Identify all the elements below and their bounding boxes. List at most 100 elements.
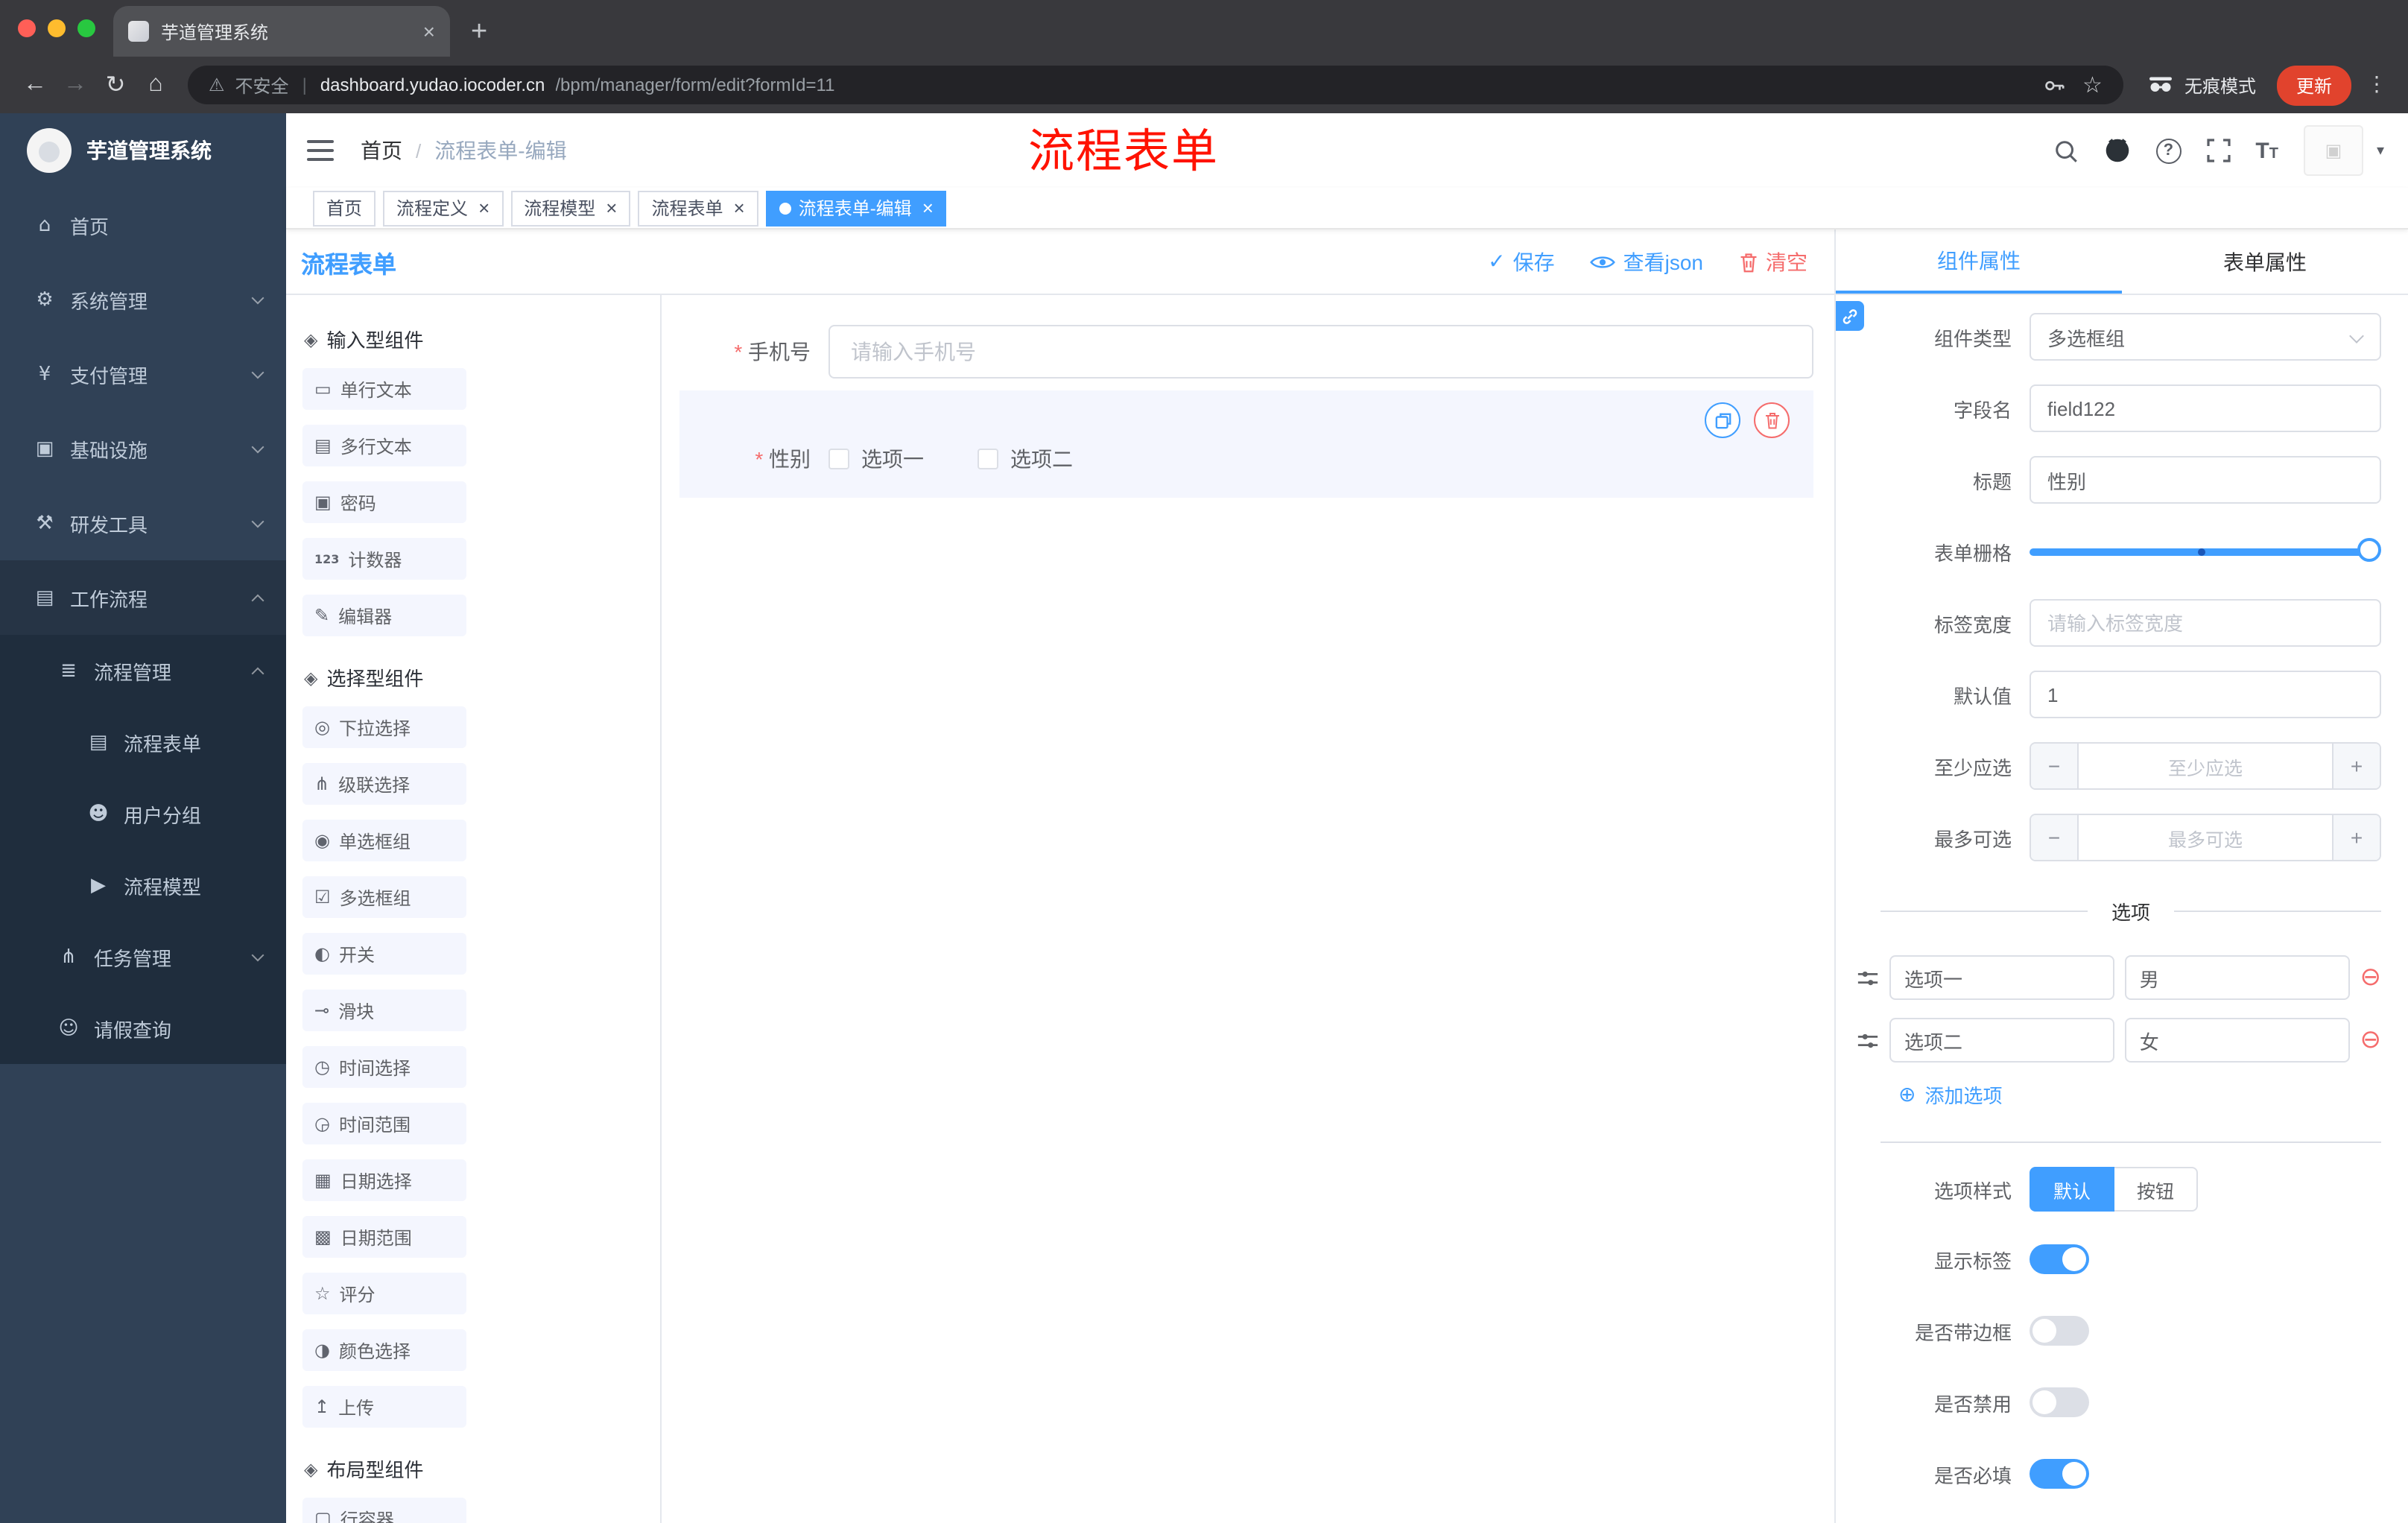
toggle-是否禁用[interactable]	[2030, 1387, 2089, 1417]
phone-input[interactable]	[828, 325, 1813, 379]
component-计数器[interactable]: 123 计数器	[302, 538, 466, 580]
sidebar-item-流程管理[interactable]: ≣ 流程管理	[0, 635, 286, 706]
browser-tab[interactable]: 芋道管理系统 ×	[113, 6, 450, 57]
style-option-默认[interactable]: 默认	[2030, 1167, 2115, 1212]
fullscreen-icon[interactable]	[2206, 139, 2230, 162]
component-时间范围[interactable]: ◶ 时间范围	[302, 1103, 466, 1144]
tag-close-icon[interactable]: ×	[922, 198, 934, 218]
decrement-button[interactable]: −	[2031, 815, 2079, 860]
hamburger-icon[interactable]	[307, 140, 334, 161]
chevron-down-icon[interactable]: ▾	[2377, 142, 2384, 159]
back-icon[interactable]: ←	[15, 72, 55, 98]
sidebar-item-基础设施[interactable]: ▣ 基础设施	[0, 411, 286, 486]
component-评分[interactable]: ☆ 评分	[302, 1273, 466, 1314]
toggle-是否带边框[interactable]	[2030, 1316, 2089, 1346]
save-button[interactable]: ✓ 保存	[1488, 247, 1554, 276]
toggle-是否必填[interactable]	[2030, 1459, 2089, 1489]
checkbox-选项二[interactable]: 选项二	[978, 444, 1073, 474]
tag-流程模型[interactable]: 流程模型 ×	[510, 190, 631, 226]
view-json-button[interactable]: 查看json	[1590, 247, 1703, 276]
link-tag[interactable]	[1836, 301, 1864, 331]
remove-option-icon[interactable]: ⊖	[2360, 1027, 2382, 1053]
phone-field[interactable]: 手机号	[679, 325, 1813, 379]
sidebar-item-请假查询[interactable]: ☺ 请假查询	[0, 992, 286, 1064]
grid-slider[interactable]	[2030, 528, 2381, 575]
update-button[interactable]: 更新	[2276, 65, 2351, 105]
window-zoom-button[interactable]	[77, 19, 95, 37]
question-icon[interactable]: ?	[2155, 138, 2182, 163]
remove-option-icon[interactable]: ⊖	[2360, 964, 2382, 990]
tag-首页[interactable]: 首页	[313, 190, 376, 226]
style-option-按钮[interactable]: 按钮	[2114, 1167, 2199, 1212]
window-close-button[interactable]	[18, 19, 36, 37]
tag-流程定义[interactable]: 流程定义 ×	[383, 190, 504, 226]
increment-button[interactable]: +	[2332, 744, 2380, 788]
tag-close-icon[interactable]: ×	[606, 198, 617, 218]
component-多选框组[interactable]: ☑ 多选框组	[302, 876, 466, 918]
tag-流程表单-编辑[interactable]: 流程表单-编辑 ×	[765, 190, 947, 226]
component-单选框组[interactable]: ◉ 单选框组	[302, 820, 466, 861]
option-value-input[interactable]	[2124, 1018, 2350, 1063]
github-icon[interactable]	[2103, 137, 2130, 164]
component-单行文本[interactable]: ▭ 单行文本	[302, 368, 466, 410]
component-行容器[interactable]: ▢ 行容器	[302, 1498, 466, 1523]
title-input[interactable]	[2030, 456, 2381, 504]
sidebar-item-任务管理[interactable]: ⋔ 任务管理	[0, 921, 286, 992]
avatar[interactable]: ▣	[2303, 125, 2363, 176]
component-日期选择[interactable]: ▦ 日期选择	[302, 1159, 466, 1201]
option-value-input[interactable]	[2124, 955, 2350, 1000]
sidebar-item-流程表单[interactable]: ▤ 流程表单	[0, 706, 286, 778]
search-icon[interactable]	[2053, 138, 2078, 163]
tab-form-props[interactable]: 表单属性	[2122, 229, 2408, 294]
delete-item-button[interactable]	[1754, 402, 1790, 438]
component-时间选择[interactable]: ◷ 时间选择	[302, 1046, 466, 1088]
forward-icon[interactable]: →	[55, 72, 95, 98]
component-日期范围[interactable]: ▩ 日期范围	[302, 1216, 466, 1258]
sidebar-item-用户分组[interactable]: ☻ 用户分组	[0, 778, 286, 849]
bookmark-star-icon[interactable]: ☆	[2082, 72, 2103, 98]
checkbox-box[interactable]	[828, 449, 849, 469]
tag-close-icon[interactable]: ×	[478, 198, 489, 218]
sidebar-item-研发工具[interactable]: ⚒ 研发工具	[0, 486, 286, 560]
component-编辑器[interactable]: ✎ 编辑器	[302, 595, 466, 636]
component-级联选择[interactable]: ⋔ 级联选择	[302, 763, 466, 805]
key-icon[interactable]	[2042, 74, 2065, 96]
checkbox-box[interactable]	[978, 449, 998, 469]
new-tab-button[interactable]: +	[471, 18, 487, 46]
drag-handle-icon[interactable]	[1857, 1029, 1879, 1051]
toggle-显示标签[interactable]	[2030, 1244, 2089, 1274]
checkbox-选项一[interactable]: 选项一	[828, 444, 924, 474]
window-minimize-button[interactable]	[48, 19, 66, 37]
label-width-input[interactable]	[2030, 599, 2381, 647]
component-多行文本[interactable]: ▤ 多行文本	[302, 425, 466, 466]
form-canvas[interactable]: 手机号	[662, 295, 1834, 1523]
browser-menu-icon[interactable]: ⋮	[2366, 73, 2387, 97]
sidebar-item-流程模型[interactable]: ▶ 流程模型	[0, 849, 286, 921]
component-上传[interactable]: ↥ 上传	[302, 1386, 466, 1428]
component-开关[interactable]: ◐ 开关	[302, 933, 466, 975]
option-label-input[interactable]	[1889, 955, 2114, 1000]
decrement-button[interactable]: −	[2031, 744, 2079, 788]
tag-close-icon[interactable]: ×	[734, 198, 745, 218]
breadcrumb-home[interactable]: 首页	[361, 136, 402, 165]
slider-handle[interactable]	[2357, 538, 2381, 562]
tag-流程表单[interactable]: 流程表单 ×	[638, 190, 758, 226]
component-颜色选择[interactable]: ◑ 颜色选择	[302, 1329, 466, 1371]
component-滑块[interactable]: ⊸ 滑块	[302, 990, 466, 1031]
component-type-select[interactable]: 多选框组	[2030, 313, 2381, 361]
default-value-input[interactable]	[2030, 671, 2381, 718]
reload-icon[interactable]: ↻	[95, 70, 136, 100]
sidebar-item-首页[interactable]: ⌂ 首页	[0, 188, 286, 262]
option-label-input[interactable]	[1889, 1018, 2114, 1063]
sidebar-item-系统管理[interactable]: ⚙ 系统管理	[0, 262, 286, 337]
tab-component-props[interactable]: 组件属性	[1836, 229, 2122, 294]
drag-handle-icon[interactable]	[1857, 966, 1879, 989]
min-select-placeholder[interactable]: 至少应选	[2079, 744, 2332, 788]
field-name-input[interactable]	[2030, 384, 2381, 432]
gender-field-selected[interactable]: 性别 选项一 选项二	[679, 390, 1813, 498]
font-size-icon[interactable]: TT	[2255, 139, 2278, 162]
add-option-button[interactable]: ⊕ 添加选项	[1898, 1080, 2381, 1109]
sidebar-item-工作流程[interactable]: ▤ 工作流程	[0, 560, 286, 635]
home-icon[interactable]: ⌂	[136, 72, 176, 98]
max-select-placeholder[interactable]: 最多可选	[2079, 815, 2332, 860]
